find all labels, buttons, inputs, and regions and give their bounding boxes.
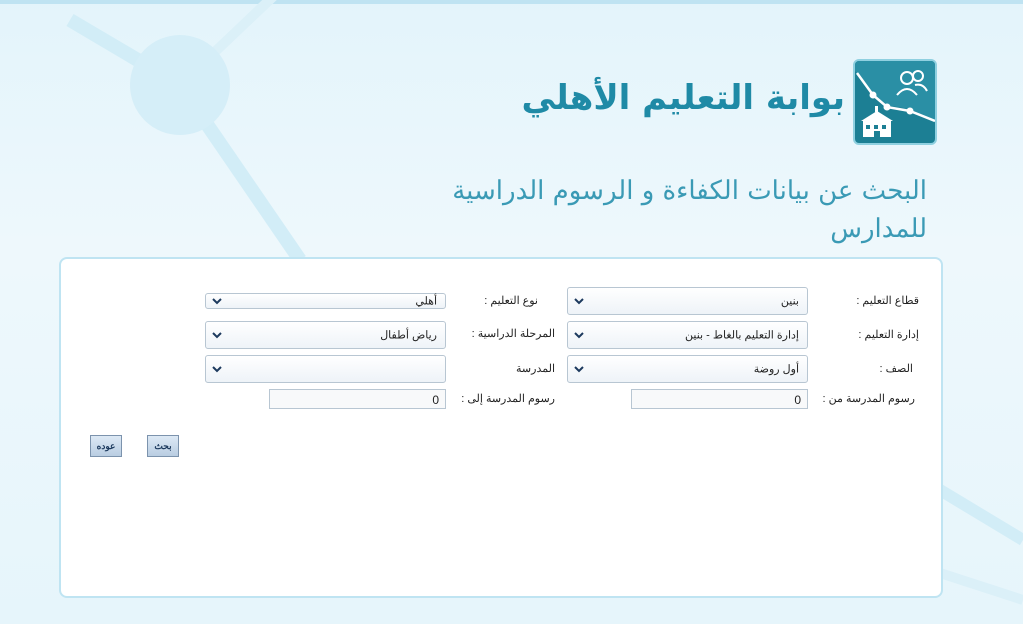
chevron-down-icon bbox=[574, 332, 584, 339]
sector-value: بنين bbox=[780, 295, 799, 308]
back-button[interactable]: عوده bbox=[90, 435, 122, 457]
education-type-select[interactable]: أهلي bbox=[205, 293, 446, 309]
grade-label: الصف : bbox=[879, 363, 913, 375]
education-type-value: أهلي bbox=[415, 295, 437, 308]
grade-select[interactable]: أول روضة bbox=[567, 355, 808, 383]
education-type-label: نوع التعليم : bbox=[484, 295, 538, 307]
fees-from-input[interactable]: 0 bbox=[631, 389, 808, 409]
portal-title: بوابة التعليم الأهلي bbox=[521, 78, 845, 118]
portal-logo bbox=[853, 59, 937, 145]
chevron-down-icon bbox=[212, 332, 222, 339]
grade-value: أول روضة bbox=[753, 363, 799, 376]
school-label: المدرسة bbox=[516, 363, 555, 375]
administration-label: إدارة التعليم : bbox=[858, 329, 919, 341]
sector-select[interactable]: بنين bbox=[567, 287, 808, 315]
fees-to-label: رسوم المدرسة إلى : bbox=[461, 393, 555, 405]
chevron-down-icon bbox=[574, 298, 584, 305]
stage-select[interactable]: رياض أطفال bbox=[205, 321, 446, 349]
search-button[interactable]: بحث bbox=[147, 435, 179, 457]
search-form-panel bbox=[59, 257, 943, 598]
stage-value: رياض أطفال bbox=[380, 329, 437, 342]
chevron-down-icon bbox=[574, 366, 584, 373]
chevron-down-icon bbox=[212, 298, 222, 305]
administration-select[interactable]: إدارة التعليم بالغاط - بنين bbox=[567, 321, 808, 349]
top-bar bbox=[0, 0, 1023, 4]
chevron-down-icon bbox=[212, 366, 222, 373]
fees-from-label: رسوم المدرسة من : bbox=[822, 393, 915, 405]
sector-label: قطاع التعليم : bbox=[856, 295, 919, 307]
administration-value: إدارة التعليم بالغاط - بنين bbox=[685, 329, 799, 342]
stage-label: المرحلة الدراسية : bbox=[471, 328, 555, 340]
page-title: البحث عن بيانات الكفاءة و الرسوم الدراسي… bbox=[452, 176, 927, 244]
fees-to-input[interactable]: 0 bbox=[269, 389, 446, 409]
school-select[interactable] bbox=[205, 355, 446, 383]
school-building-icon bbox=[861, 106, 893, 137]
